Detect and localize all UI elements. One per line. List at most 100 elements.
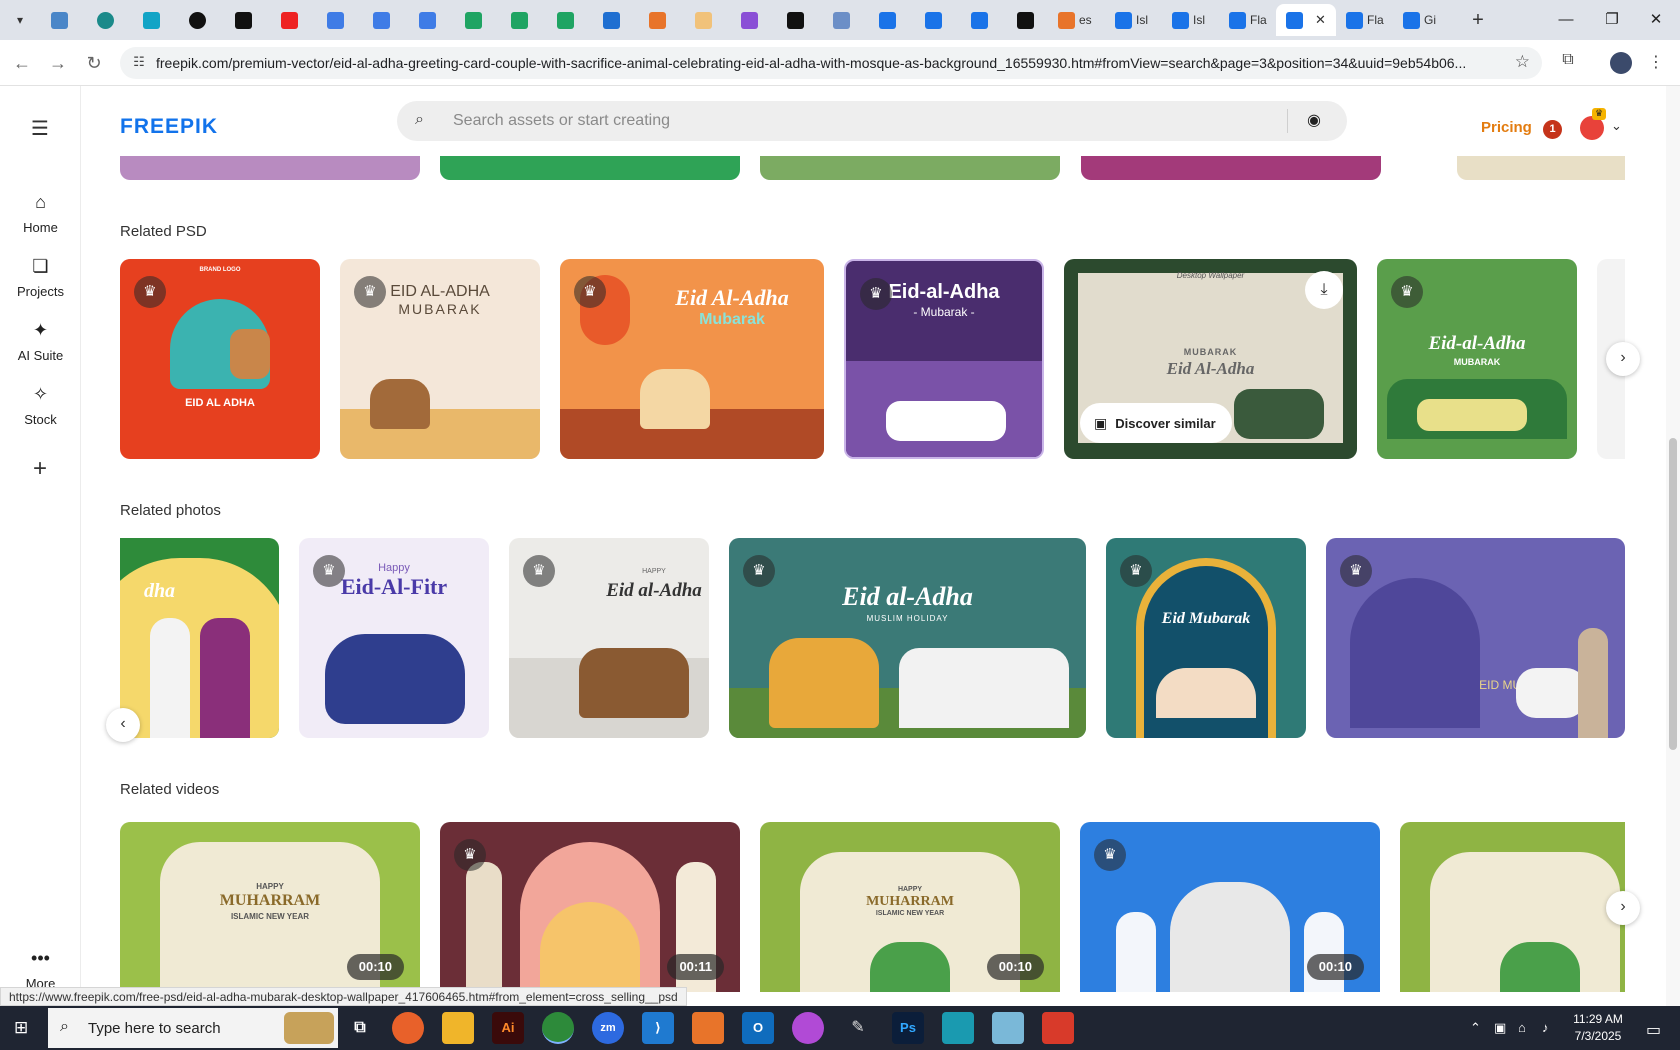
photo-card[interactable]: EID MUBARAK ♛ [1326, 538, 1625, 738]
psd-card[interactable]: Eid Al-Adha Mubarak ♛ [560, 259, 824, 459]
previous-row-card[interactable] [1081, 156, 1381, 180]
volume-icon[interactable]: ♪ [1542, 1020, 1549, 1035]
tab[interactable] [450, 4, 496, 36]
close-window-button[interactable]: ✕ [1636, 8, 1676, 32]
tab[interactable] [956, 4, 1002, 36]
tab[interactable] [864, 4, 910, 36]
app-icon[interactable] [992, 1012, 1024, 1044]
profile-avatar[interactable] [1610, 52, 1632, 74]
tab[interactable] [82, 4, 128, 36]
download-icon[interactable]: ⤓ [1305, 271, 1343, 309]
search-input[interactable] [453, 107, 1253, 135]
tab[interactable] [358, 4, 404, 36]
previous-row-card[interactable] [760, 156, 1060, 180]
video-card[interactable]: ♛ 00:11 [440, 822, 740, 992]
sidebar-item-projects[interactable]: ❏ Projects [0, 256, 81, 299]
sidebar-item-stock[interactable]: ✧ Stock [0, 384, 81, 427]
page-scrollbar[interactable] [1666, 86, 1680, 1006]
tab[interactable]: Fla [1336, 4, 1393, 36]
xampp-icon[interactable] [692, 1012, 724, 1044]
tab[interactable]: Gi [1393, 4, 1450, 36]
pen-tool-icon[interactable]: ✎ [842, 1012, 874, 1044]
back-button[interactable]: ← [10, 51, 34, 75]
creative-cloud-icon[interactable] [792, 1012, 824, 1044]
address-bar[interactable]: ☷ freepik.com/premium-vector/eid-al-adha… [120, 47, 1542, 79]
video-card[interactable]: HAPPY MUHARRAM ISLAMIC NEW YEAR 00:10 [760, 822, 1060, 992]
freepik-logo[interactable]: FREEPIK [120, 115, 218, 139]
task-view-icon[interactable]: ⧉ [344, 1012, 376, 1044]
sidebar-item-home[interactable]: ⌂ Home [0, 192, 81, 235]
psd-card[interactable]: Eid-al-Adha MUBARAK ♛ [1377, 259, 1577, 459]
psd-card[interactable]: BRAND LOGO EID AL ADHA ♛ [120, 259, 320, 459]
tab[interactable] [680, 4, 726, 36]
tab[interactable]: Isl [1105, 4, 1162, 36]
tab[interactable] [404, 4, 450, 36]
photoshop-icon[interactable]: Ps [892, 1012, 924, 1044]
new-tab-button[interactable]: + [1466, 8, 1490, 32]
camera-search-icon[interactable]: ◉ [1307, 110, 1321, 130]
tab[interactable] [128, 4, 174, 36]
psd-card[interactable]: EID AL-ADHA MUBARAK ♛ [340, 259, 540, 459]
bookmark-star-icon[interactable]: ☆ [1515, 52, 1530, 72]
scrollbar-thumb[interactable] [1669, 438, 1677, 750]
zoom-icon[interactable]: zm [592, 1012, 624, 1044]
photo-card[interactable]: HAPPY Eid al-Adha ♛ [509, 538, 709, 738]
pricing-link[interactable]: Pricing [1481, 119, 1532, 136]
photo-card[interactable]: dha [120, 538, 279, 738]
tab[interactable] [496, 4, 542, 36]
tab[interactable] [36, 4, 82, 36]
carousel-prev-button[interactable]: ‹ [106, 708, 140, 742]
forward-button[interactable]: → [46, 51, 70, 75]
close-tab-icon[interactable]: ✕ [1315, 12, 1326, 28]
firefox-icon[interactable] [392, 1012, 424, 1044]
previous-row-card[interactable] [1457, 156, 1625, 180]
photo-card[interactable]: Eid Mubarak ♛ [1106, 538, 1306, 738]
tab[interactable] [542, 4, 588, 36]
site-info-icon[interactable]: ☷ [130, 54, 148, 72]
tab[interactable] [1002, 4, 1048, 36]
windows-start-icon[interactable]: ⊞ [14, 1018, 34, 1038]
tab[interactable] [312, 4, 358, 36]
previous-row-card[interactable] [440, 156, 740, 180]
psd-card[interactable]: Eid-al-Adha - Mubarak - ♛ [844, 259, 1044, 459]
tray-chevron-up-icon[interactable]: ⌃ [1470, 1020, 1481, 1036]
browser-menu-icon[interactable]: ⋮ [1648, 52, 1664, 72]
tab[interactable] [220, 4, 266, 36]
photo-card[interactable]: Happy Eid-Al-Fitr ♛ [299, 538, 489, 738]
photo-card[interactable]: Eid al-Adha MUSLIM HOLIDAY ♛ [729, 538, 1086, 738]
video-card[interactable]: ♛ 00:10 [1080, 822, 1380, 992]
hamburger-menu-icon[interactable]: ☰ [28, 116, 52, 140]
notification-badge[interactable]: 1 [1543, 120, 1562, 139]
tab[interactable] [266, 4, 312, 36]
taskbar-clock[interactable]: 11:29 AM 7/3/2025 [1568, 1011, 1628, 1045]
chrome-icon[interactable] [542, 1012, 574, 1044]
sidebar-item-more[interactable]: ••• More [0, 948, 81, 991]
vscode-icon[interactable]: ⟩ [642, 1012, 674, 1044]
tab[interactable]: es [1048, 4, 1105, 36]
tab[interactable] [818, 4, 864, 36]
extensions-icon[interactable]: ⧉ [1556, 51, 1580, 75]
add-button[interactable]: + [20, 450, 60, 490]
sidebar-item-ai-suite[interactable]: ✦ AI Suite [0, 320, 81, 363]
video-card[interactable] [1400, 822, 1625, 992]
maximize-button[interactable]: ❐ [1592, 8, 1632, 32]
tab[interactable] [772, 4, 818, 36]
discover-similar-button[interactable]: ▣ Discover similar [1080, 403, 1232, 443]
previous-row-card[interactable] [120, 156, 420, 180]
tab[interactable]: Fla [1219, 4, 1276, 36]
app-icon[interactable] [942, 1012, 974, 1044]
illustrator-icon[interactable]: Ai [492, 1012, 524, 1044]
tab[interactable]: Isl [1162, 4, 1219, 36]
active-tab[interactable]: ✕ [1276, 4, 1336, 36]
carousel-next-button[interactable]: › [1606, 342, 1640, 376]
tab-search-icon[interactable]: ▾ [8, 8, 32, 32]
tab[interactable] [726, 4, 772, 36]
network-icon[interactable]: ⌂ [1518, 1020, 1526, 1035]
outlook-icon[interactable]: O [742, 1012, 774, 1044]
reload-button[interactable]: ↻ [82, 51, 106, 75]
notification-center-icon[interactable]: ▭ [1646, 1020, 1661, 1040]
carousel-next-button[interactable]: › [1606, 891, 1640, 925]
chevron-down-icon[interactable]: ⌄ [1611, 118, 1622, 134]
tray-app-icon[interactable]: ▣ [1494, 1020, 1506, 1036]
tab[interactable] [174, 4, 220, 36]
